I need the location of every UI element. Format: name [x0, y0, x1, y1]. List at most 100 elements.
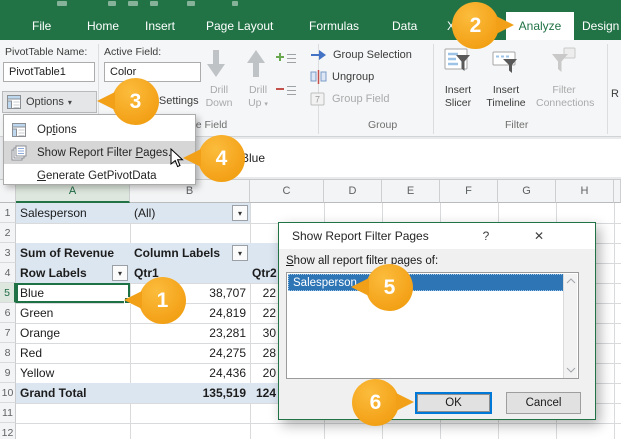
cell-row-label[interactable]: Yellow: [20, 363, 54, 383]
group-group-caption: Group: [368, 119, 397, 131]
drill-up-label: Up ▾: [241, 97, 275, 109]
insert-timeline-label: Timeline: [485, 97, 527, 109]
slicer-icon: [443, 46, 471, 76]
insert-slicer-button[interactable]: [443, 46, 471, 76]
cell-qtr2-value[interactable]: 28: [226, 343, 276, 363]
options-dropdown-button[interactable]: Options ▾: [2, 91, 97, 113]
insert-timeline-button[interactable]: [491, 46, 519, 76]
cell-row-label[interactable]: Red: [20, 343, 42, 363]
menu-item-show-report-filter-pages[interactable]: Show Report Filter Pages...: [4, 141, 195, 164]
qat-icon[interactable]: [232, 1, 238, 6]
tab-formulas[interactable]: Formulas: [309, 12, 359, 40]
clipped-ribbon-button[interactable]: R: [611, 88, 619, 100]
filter-connections-button[interactable]: [550, 46, 578, 76]
options-dropdown-menu: Options Show Report Filter Pages... Gene…: [3, 114, 196, 185]
row-header-7[interactable]: 7: [0, 323, 16, 343]
row-header-1[interactable]: 1: [0, 203, 16, 223]
report-filter-dropdown-button[interactable]: ▾: [232, 205, 248, 221]
filter-fields-listbox[interactable]: Salesperson: [286, 272, 579, 379]
row-header-11[interactable]: 11: [0, 403, 16, 423]
menu-item-generate-getpivotdata[interactable]: Generate GetPivotData: [4, 164, 195, 187]
cell-b3[interactable]: Column Labels: [134, 243, 220, 263]
callout-number: 4: [216, 147, 228, 171]
column-header-d[interactable]: D: [324, 180, 382, 203]
drill-down-button[interactable]: [204, 48, 228, 80]
cell-grand-total-label[interactable]: Grand Total: [20, 383, 86, 403]
row-header-9[interactable]: 9: [0, 363, 16, 383]
listbox-item-salesperson[interactable]: Salesperson: [288, 274, 564, 291]
group-selection-button[interactable]: Group Selection: [310, 49, 412, 61]
pivot-options-icon: [6, 94, 22, 110]
row-header-4[interactable]: 4: [0, 263, 16, 283]
formula-bar-input[interactable]: Blue: [228, 139, 621, 177]
column-labels-dropdown-button[interactable]: ▾: [232, 245, 248, 261]
arrow-up-icon: [244, 48, 268, 80]
collapse-field-icon[interactable]: [276, 84, 298, 98]
cell-qtr2-value[interactable]: 22: [226, 303, 276, 323]
callout-4: 4: [198, 135, 245, 182]
ungroup-button[interactable]: Ungroup: [310, 70, 374, 84]
dialog-close-icon[interactable]: ✕: [527, 227, 551, 245]
row-labels-dropdown-button[interactable]: ▾: [112, 265, 128, 281]
expand-field-icon[interactable]: [276, 52, 298, 66]
pivottable-name-input[interactable]: PivotTable1: [3, 62, 95, 82]
tab-home[interactable]: Home: [87, 12, 119, 40]
pivot-options-icon: [11, 122, 27, 138]
cell-a1[interactable]: Salesperson: [20, 203, 87, 223]
row-header-6[interactable]: 6: [0, 303, 16, 323]
cell-qtr2-value[interactable]: 30: [226, 323, 276, 343]
drill-up-button[interactable]: [244, 48, 268, 80]
cell-a4[interactable]: Row Labels: [20, 263, 87, 283]
ok-button[interactable]: OK: [415, 392, 492, 414]
callout-tail: [396, 393, 414, 411]
tab-file[interactable]: File: [32, 12, 51, 40]
cancel-button[interactable]: Cancel: [506, 392, 581, 414]
cell-a3[interactable]: Sum of Revenue: [20, 243, 114, 263]
tab-insert[interactable]: Insert: [145, 12, 175, 40]
cell-row-label[interactable]: Orange: [20, 323, 60, 343]
row-header-2[interactable]: 2: [0, 223, 16, 243]
cell-c4[interactable]: Qtr2: [252, 263, 277, 283]
qat-icon[interactable]: [187, 1, 195, 6]
tab-design[interactable]: Design: [582, 12, 619, 40]
cell-qtr2-value[interactable]: 22: [226, 283, 276, 303]
cell-b1[interactable]: (All): [134, 203, 155, 223]
column-header-c[interactable]: C: [250, 180, 324, 203]
column-header-e[interactable]: E: [382, 180, 440, 203]
cell-row-label[interactable]: Green: [20, 303, 53, 323]
menu-item-label: Show Report Filter Pages...: [37, 147, 178, 159]
insert-slicer-label: Slicer: [440, 97, 476, 109]
scroll-down-icon[interactable]: [566, 367, 576, 373]
qat-icon[interactable]: [150, 1, 158, 6]
row-header-8[interactable]: 8: [0, 343, 16, 363]
column-header-partial[interactable]: [614, 180, 621, 203]
mouse-cursor-icon: [170, 148, 184, 169]
drill-down-label: Down: [202, 97, 236, 109]
qat-icon[interactable]: [57, 1, 67, 6]
row-header-3[interactable]: 3: [0, 243, 16, 263]
scroll-up-icon[interactable]: [566, 278, 576, 284]
active-field-input[interactable]: Color: [104, 62, 201, 82]
listbox-scrollbar[interactable]: [563, 274, 577, 378]
row-header-12[interactable]: 12: [0, 423, 16, 439]
chevron-down-icon: ▾: [68, 98, 72, 107]
selected-cell-border[interactable]: [16, 283, 130, 303]
column-header-h[interactable]: H: [556, 180, 614, 203]
cell-grand-total-qtr2[interactable]: 124: [226, 383, 276, 403]
qat-icon[interactable]: [128, 1, 138, 6]
menu-item-options[interactable]: Options: [4, 118, 195, 141]
tab-data[interactable]: Data: [392, 12, 417, 40]
cell-qtr2-value[interactable]: 20: [226, 363, 276, 383]
column-header-f[interactable]: F: [440, 180, 498, 203]
callout-2: 2: [452, 2, 499, 49]
tab-analyze[interactable]: Analyze: [506, 12, 574, 40]
column-header-g[interactable]: G: [498, 180, 556, 203]
group-field-button[interactable]: 7 Group Field: [310, 92, 389, 106]
tab-page-layout[interactable]: Page Layout: [206, 12, 273, 40]
group-separator: [607, 44, 608, 134]
dialog-help-button[interactable]: ?: [474, 227, 498, 245]
row-header-10[interactable]: 10: [0, 383, 16, 403]
row-header-5[interactable]: 5: [0, 283, 16, 303]
drill-up-label: Drill: [241, 84, 275, 96]
qat-icon[interactable]: [108, 1, 116, 6]
